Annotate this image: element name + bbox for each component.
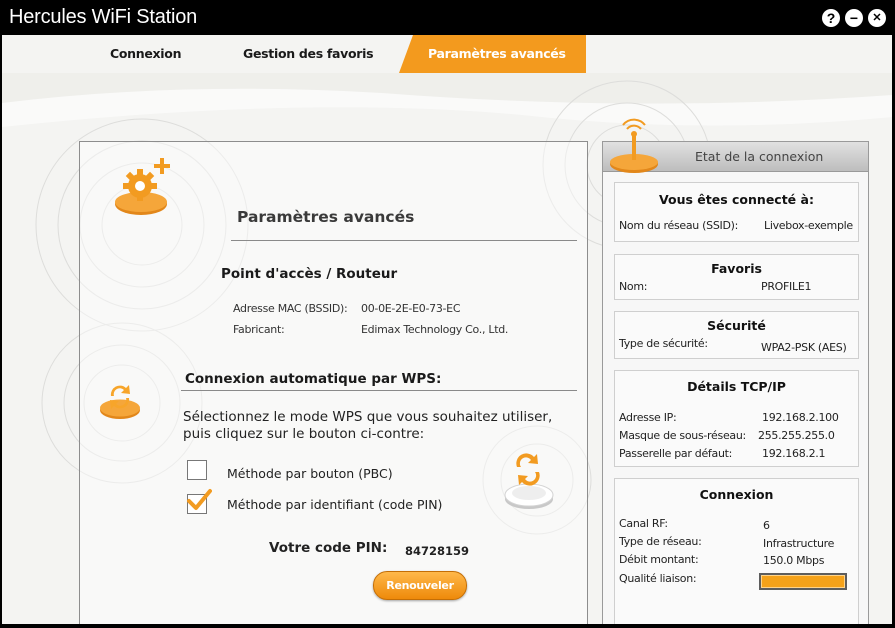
wps-divider xyxy=(181,390,577,391)
rf-channel-label: Canal RF: xyxy=(619,517,668,530)
tcpip-title: Détails TCP/IP xyxy=(687,379,786,394)
minimize-icon[interactable]: − xyxy=(845,9,863,27)
pin-checkbox[interactable] xyxy=(187,489,212,514)
uplink-rate-value: 150.0 Mbps xyxy=(763,554,825,567)
network-type-label: Type de réseau: xyxy=(619,535,702,548)
security-title: Sécurité xyxy=(707,318,766,333)
wps-instruction-line1: Sélectionnez le mode WPS que vous souhai… xyxy=(183,409,553,425)
renew-button[interactable]: Renouveler xyxy=(373,571,467,600)
checkmark-icon xyxy=(187,489,212,510)
ssid-value: Livebox-exemple xyxy=(764,219,853,232)
connected-card: Vous êtes connecté à: Nom du réseau (SSI… xyxy=(614,182,859,242)
tab-gestion-des-favoris[interactable]: Gestion des favoris xyxy=(243,46,374,61)
link-quality-bar xyxy=(759,573,847,590)
gateway-label: Passerelle par défaut: xyxy=(619,447,733,460)
pbc-label: Méthode par bouton (PBC) xyxy=(227,466,393,481)
connection-status-panel: Etat de la connexion Vous êtes connecté … xyxy=(602,118,869,624)
subnet-value: 255.255.255.0 xyxy=(758,429,835,442)
pin-label: Méthode par identifiant (code PIN) xyxy=(227,497,443,512)
wifi-antenna-icon xyxy=(610,118,658,173)
advanced-settings-panel: Paramètres avancés Point d'accès / Route… xyxy=(79,141,588,624)
connexion-title: Connexion xyxy=(699,487,774,502)
window-title: Hercules WiFi Station xyxy=(9,6,198,28)
connection-status-title: Etat de la connexion xyxy=(695,149,824,164)
manufacturer-label: Fabricant: xyxy=(233,323,285,336)
pin-code-label: Votre code PIN: xyxy=(269,540,388,556)
connexion-card: Connexion Canal RF: 6 Type de réseau: In… xyxy=(614,478,859,624)
pin-code-value: 84728159 xyxy=(405,544,470,558)
security-type-value: WPA2-PSK (AES) xyxy=(761,341,847,354)
subnet-label: Masque de sous-réseau: xyxy=(619,429,746,442)
wps-push-button-icon[interactable] xyxy=(502,445,556,515)
network-type-value: Infrastructure xyxy=(763,537,835,550)
ip-value: 192.168.2.100 xyxy=(762,411,839,424)
favoris-title: Favoris xyxy=(711,261,762,276)
profile-name-value: PROFILE1 xyxy=(761,280,812,293)
wps-instruction-line2: puis cliquez sur le bouton ci-contre: xyxy=(183,426,425,442)
mac-label: Adresse MAC (BSSID): xyxy=(233,302,348,315)
uplink-rate-label: Débit montant: xyxy=(619,553,699,566)
favoris-card: Favoris Nom: PROFILE1 xyxy=(614,254,859,300)
gateway-value: 192.168.2.1 xyxy=(762,447,826,460)
close-icon[interactable]: ✕ xyxy=(868,9,886,27)
tab-connexion[interactable]: Connexion xyxy=(110,46,181,61)
manufacturer-value: Edimax Technology Co., Ltd. xyxy=(361,323,509,336)
wps-heading: Connexion automatique par WPS: xyxy=(185,371,442,387)
ssid-label: Nom du réseau (SSID): xyxy=(619,219,739,232)
tab-parametres-avances[interactable]: Paramètres avancés xyxy=(428,46,566,61)
help-icon[interactable]: ? xyxy=(822,9,840,27)
link-quality-label: Qualité liaison: xyxy=(619,572,697,585)
ip-label: Adresse IP: xyxy=(619,411,677,424)
title-divider xyxy=(231,240,577,241)
mac-value: 00-0E-2E-E0-73-EC xyxy=(361,302,461,315)
panel-title: Paramètres avancés xyxy=(237,208,415,226)
rf-channel-value: 6 xyxy=(763,519,770,532)
title-bar: Hercules WiFi Station ? − ✕ xyxy=(0,0,895,35)
pbc-checkbox[interactable] xyxy=(187,460,207,480)
tcpip-card: Détails TCP/IP Adresse IP: 192.168.2.100… xyxy=(614,370,859,467)
wps-icon xyxy=(100,385,140,419)
security-type-label: Type de sécurité: xyxy=(619,337,708,350)
tab-bar: Connexion Gestion des favoris Paramètres… xyxy=(2,35,892,73)
settings-gear-icon xyxy=(115,158,170,215)
connected-title: Vous êtes connecté à: xyxy=(659,192,814,207)
access-point-heading: Point d'accès / Routeur xyxy=(221,266,398,282)
profile-name-label: Nom: xyxy=(619,280,648,293)
security-card: Sécurité Type de sécurité: WPA2-PSK (AES… xyxy=(614,311,859,359)
app-body: Connexion Gestion des favoris Paramètres… xyxy=(2,35,892,624)
